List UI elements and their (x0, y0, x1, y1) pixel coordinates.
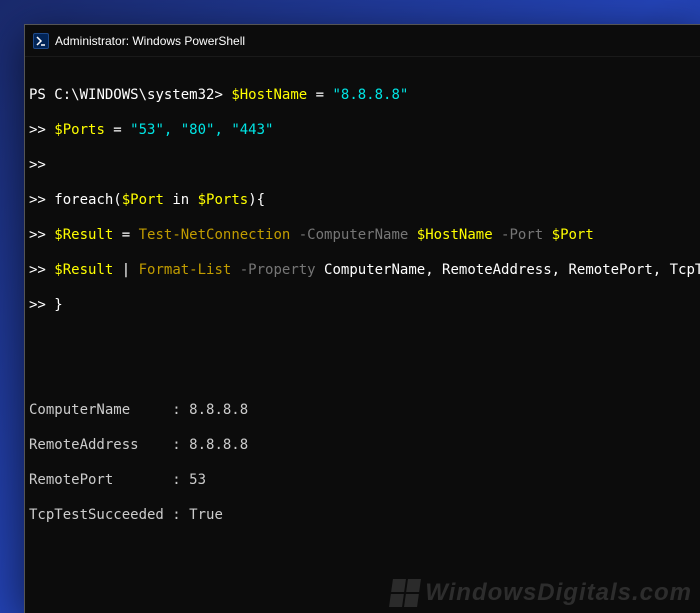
powershell-icon (33, 33, 49, 49)
result-row: ComputerName : 8.8.8.8 (29, 402, 700, 420)
blank (29, 367, 700, 385)
blank (29, 577, 700, 595)
cmd-line-6: >> $Result | Format-List -Property Compu… (29, 262, 700, 280)
result-row: TcpTestSucceeded : True (29, 507, 700, 525)
blank (29, 332, 700, 350)
titlebar[interactable]: Administrator: Windows PowerShell (25, 25, 700, 57)
cmd-line-7: >> } (29, 297, 700, 315)
result-row: RemotePort : 53 (29, 472, 700, 490)
cmd-line-1: PS C:\WINDOWS\system32> $HostName = "8.8… (29, 87, 700, 105)
cmd-line-5: >> $Result = Test-NetConnection -Compute… (29, 227, 700, 245)
cmd-line-4: >> foreach($Port in $Ports){ (29, 192, 700, 210)
powershell-window: Administrator: Windows PowerShell PS C:\… (24, 24, 700, 613)
cmd-line-3: >> (29, 157, 700, 175)
blank (29, 542, 700, 560)
terminal-content[interactable]: PS C:\WINDOWS\system32> $HostName = "8.8… (25, 57, 700, 613)
cmd-line-2: >> $Ports = "53", "80", "443" (29, 122, 700, 140)
result-row: RemoteAddress : 8.8.8.8 (29, 437, 700, 455)
window-title: Administrator: Windows PowerShell (55, 34, 245, 48)
